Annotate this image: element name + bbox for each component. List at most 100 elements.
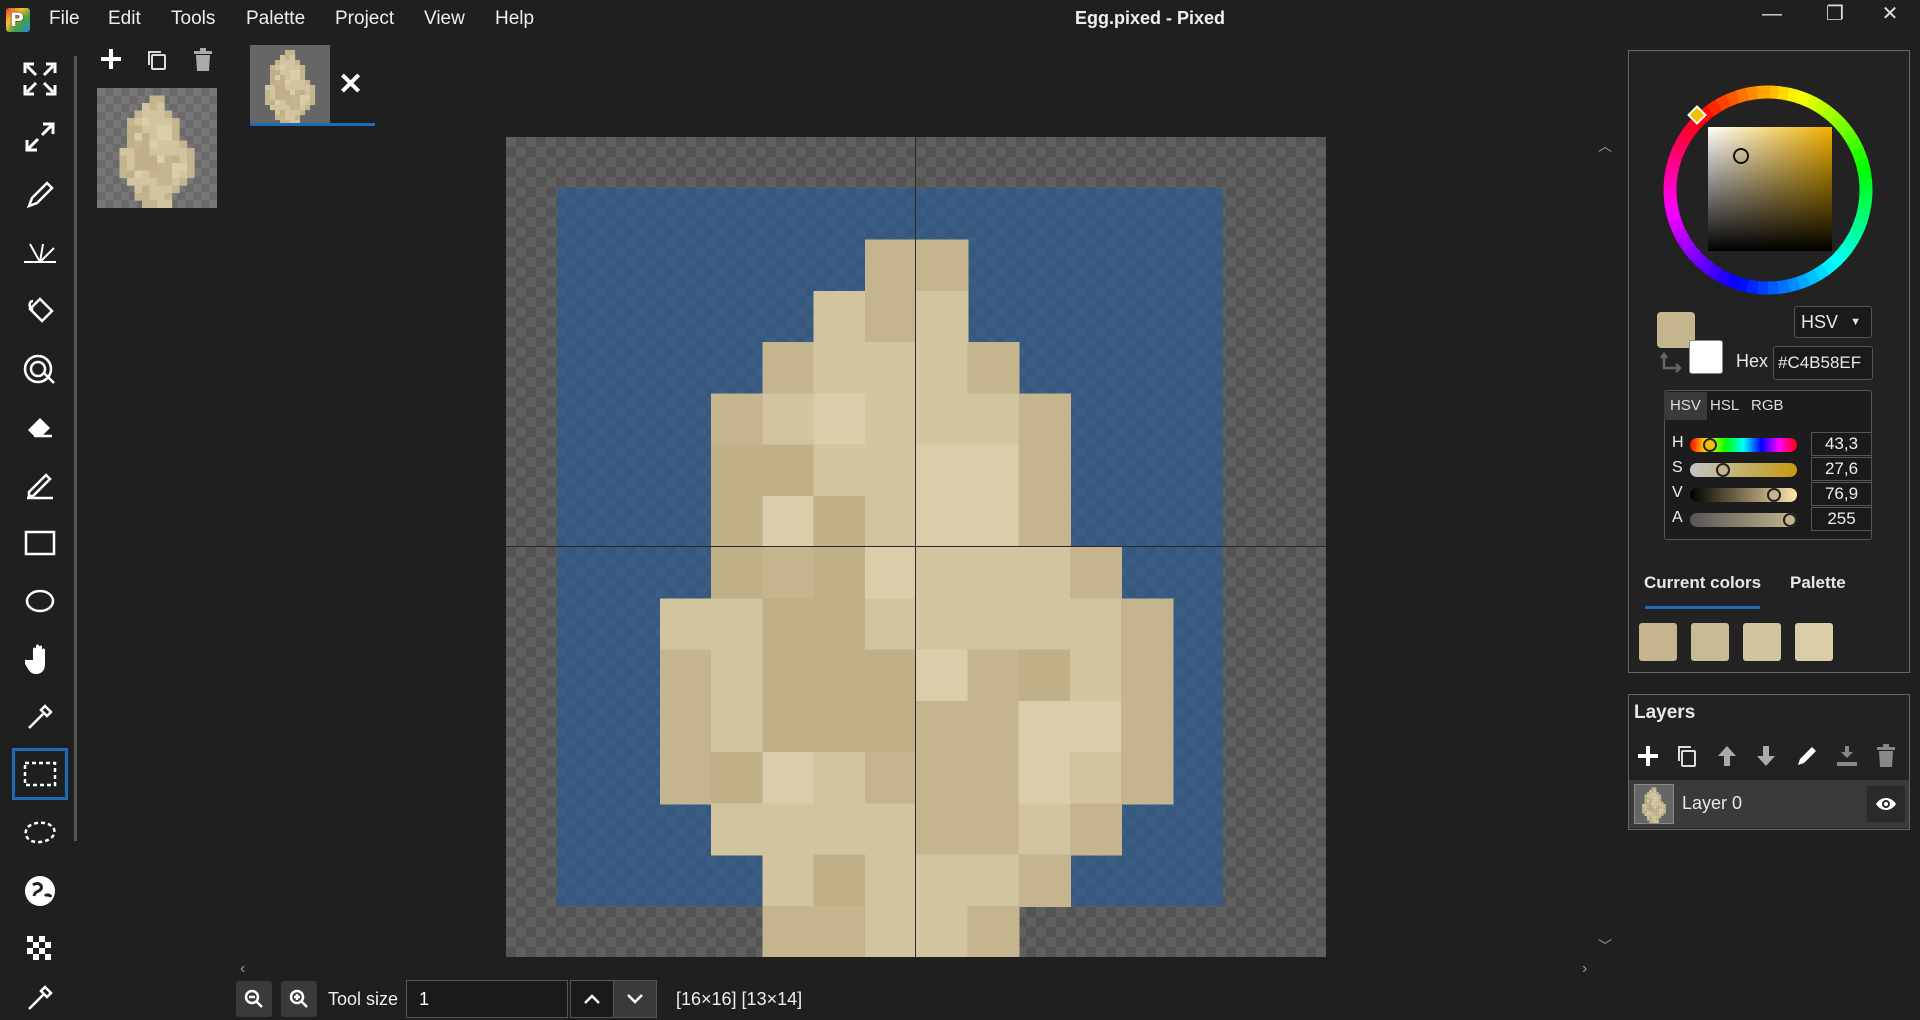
checker-tool[interactable] xyxy=(12,923,68,975)
alpha-value-input[interactable]: 255 xyxy=(1811,507,1872,531)
menu-edit[interactable]: Edit xyxy=(108,8,141,30)
hue-value-input[interactable]: 43,3 xyxy=(1811,432,1872,456)
lasso-select-tool[interactable] xyxy=(12,807,68,859)
bucket-tool[interactable] xyxy=(12,285,68,337)
add-frame-button[interactable] xyxy=(98,46,124,77)
egg-pixel xyxy=(1649,815,1652,819)
egg-pixel xyxy=(1069,649,1123,702)
move-layer-up-icon[interactable] xyxy=(1716,744,1738,768)
menu-view[interactable]: View xyxy=(424,8,465,30)
duplicate-frame-button[interactable] xyxy=(145,48,169,77)
close-tab-icon[interactable]: ✕ xyxy=(338,67,363,102)
egg-pixel xyxy=(275,100,281,106)
menu-help[interactable]: Help xyxy=(495,8,534,30)
egg-pixel xyxy=(149,110,158,119)
pencil-tool[interactable] xyxy=(12,169,68,221)
color-mode-select[interactable]: HSV ▼ xyxy=(1794,306,1872,338)
egg-pixel xyxy=(265,90,271,96)
minimize-button[interactable]: — xyxy=(1752,2,1792,30)
scroll-left-arrow[interactable]: ‹ xyxy=(240,960,245,978)
egg-pixel xyxy=(134,110,143,119)
tool-size-decrease-button[interactable] xyxy=(613,980,657,1018)
egg-drawing xyxy=(659,239,1174,957)
layer-visibility-toggle[interactable] xyxy=(1867,786,1905,822)
maximize-button[interactable]: ❐ xyxy=(1815,2,1855,30)
egg-pixel xyxy=(967,444,1020,497)
egg-pixel xyxy=(157,140,165,149)
egg-pixel xyxy=(265,100,271,106)
egg-pixel xyxy=(1654,815,1657,819)
mode-tab-rgb[interactable]: RGB xyxy=(1745,392,1790,420)
tab-palette[interactable]: Palette xyxy=(1790,573,1846,593)
color-picker-tool[interactable] xyxy=(12,691,68,743)
value-value-input[interactable]: 76,9 xyxy=(1811,482,1872,506)
globe-tool[interactable] xyxy=(12,865,68,917)
egg-pixel xyxy=(762,598,815,651)
add-layer-icon[interactable] xyxy=(1636,744,1660,768)
tab-current-colors[interactable]: Current colors xyxy=(1644,573,1761,593)
value-slider[interactable] xyxy=(1690,488,1797,502)
mode-tab-hsv[interactable]: HSV xyxy=(1664,392,1707,420)
tool-size-label: Tool size xyxy=(328,989,399,1009)
ellipse-tool[interactable] xyxy=(12,575,68,627)
hand-tool[interactable] xyxy=(12,633,68,685)
egg-pixel xyxy=(762,905,815,957)
egg-pixel xyxy=(762,752,815,805)
line-tool[interactable] xyxy=(12,227,68,279)
scroll-up-arrow[interactable]: ︿ xyxy=(1598,136,1612,156)
zoom-out-button[interactable] xyxy=(236,981,272,1017)
expand-tool[interactable] xyxy=(12,111,68,163)
rectangle-select-tool[interactable] xyxy=(12,748,68,800)
color-swatch[interactable] xyxy=(1743,623,1781,661)
saturation-value-input[interactable]: 27,6 xyxy=(1811,457,1872,481)
delete-layer-icon[interactable] xyxy=(1875,744,1897,768)
spray-icon xyxy=(23,354,55,384)
frame-thumbnail[interactable] xyxy=(97,88,217,209)
color-swatch[interactable] xyxy=(1639,623,1677,661)
move-layer-down-icon[interactable] xyxy=(1755,744,1777,768)
egg-pixel xyxy=(172,155,180,164)
merge-down-icon[interactable] xyxy=(1835,744,1859,768)
pixel-canvas[interactable] xyxy=(506,137,1326,957)
zoom-in-button[interactable] xyxy=(281,981,317,1017)
hue-slider[interactable] xyxy=(1690,438,1797,452)
menu-project[interactable]: Project xyxy=(335,8,394,30)
menu-tools[interactable]: Tools xyxy=(171,8,215,30)
egg-pixel xyxy=(1651,811,1655,814)
window-title: Egg.pixed - Pixed xyxy=(1075,8,1226,28)
rectangle-select-icon xyxy=(23,761,57,787)
layer-row[interactable]: Layer 0 xyxy=(1629,780,1909,828)
scroll-down-arrow[interactable]: ﹀ xyxy=(1598,936,1612,956)
rename-layer-icon[interactable] xyxy=(1795,744,1819,768)
egg-pixel xyxy=(967,752,1020,805)
color-swatch[interactable] xyxy=(1795,623,1833,661)
color-swatch[interactable] xyxy=(1691,623,1729,661)
brush-tool[interactable] xyxy=(12,459,68,511)
duplicate-layer-icon[interactable] xyxy=(1676,744,1698,768)
close-window-button[interactable]: ✕ xyxy=(1870,2,1910,30)
tool-size-increase-button[interactable] xyxy=(570,980,614,1018)
hex-input[interactable]: #C4B58EF xyxy=(1773,346,1873,380)
tool-size-input[interactable] xyxy=(406,980,568,1018)
saturation-slider[interactable] xyxy=(1690,463,1797,477)
egg-pixel xyxy=(967,495,1020,549)
alpha-slider[interactable] xyxy=(1690,513,1797,527)
egg-pixel xyxy=(157,178,165,186)
secondary-color-swatch[interactable] xyxy=(1689,340,1723,374)
menu-palette[interactable]: Palette xyxy=(246,8,305,30)
document-tab[interactable]: ✕ xyxy=(250,45,375,127)
egg-pixel xyxy=(1121,598,1174,651)
egg-pixel xyxy=(290,55,296,61)
eraser-tool[interactable] xyxy=(12,401,68,453)
rectangle-tool[interactable] xyxy=(12,517,68,569)
swap-colors-icon[interactable] xyxy=(1660,352,1684,374)
mode-tab-hsl[interactable]: HSL xyxy=(1704,392,1745,420)
fit-screen-tool[interactable] xyxy=(12,53,68,105)
delete-frame-button[interactable] xyxy=(191,47,215,78)
egg-pixel xyxy=(1018,598,1071,651)
spray-tool[interactable] xyxy=(12,343,68,395)
menu-file[interactable]: File xyxy=(49,8,80,30)
dropper-tool[interactable] xyxy=(12,978,68,1018)
scroll-right-arrow[interactable]: › xyxy=(1582,960,1587,978)
hue-wheel[interactable] xyxy=(1657,79,1879,301)
